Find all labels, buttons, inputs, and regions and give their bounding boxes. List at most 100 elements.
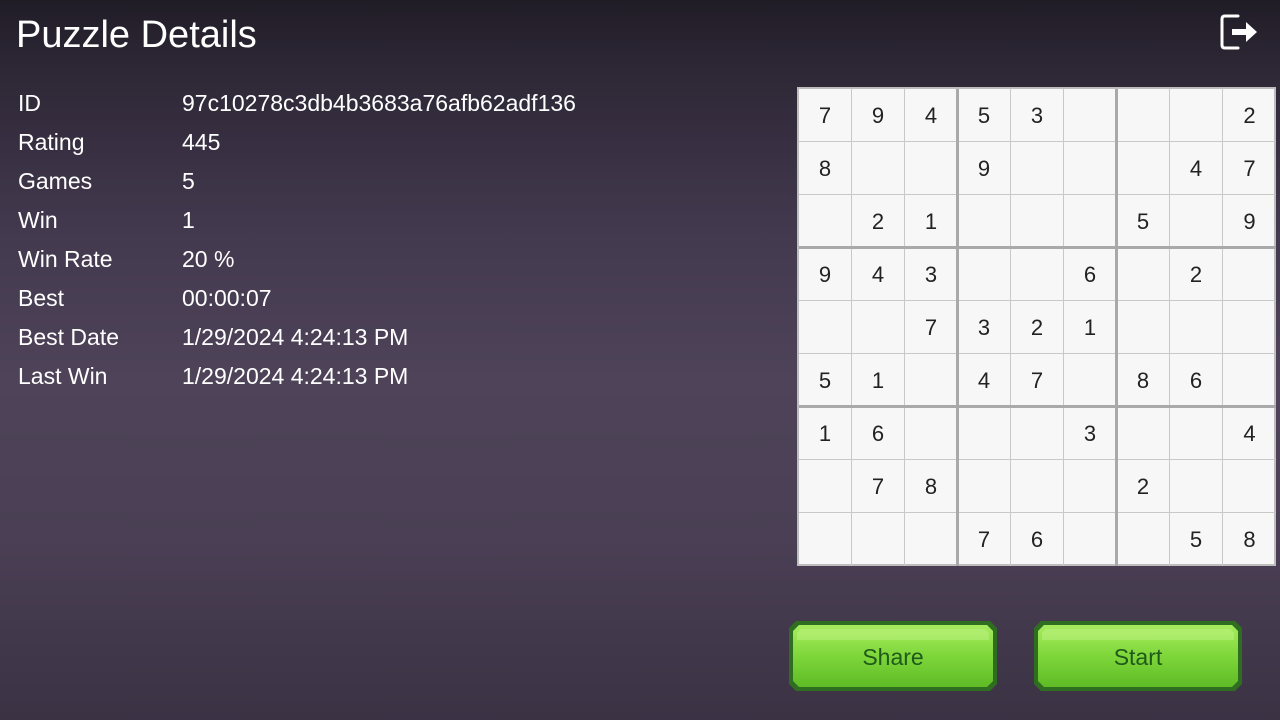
sudoku-cell-r4-c7[interactable] bbox=[1117, 248, 1170, 301]
sudoku-cell-r7-c9[interactable]: 4 bbox=[1223, 407, 1276, 460]
sudoku-cell-r2-c6[interactable] bbox=[1064, 142, 1117, 195]
sudoku-cell-r3-c2[interactable]: 2 bbox=[852, 195, 905, 248]
sudoku-cell-r8-c8[interactable] bbox=[1170, 460, 1223, 513]
sudoku-cell-r2-c9[interactable]: 7 bbox=[1223, 142, 1276, 195]
sudoku-cell-r3-c8[interactable] bbox=[1170, 195, 1223, 248]
sudoku-cell-r9-c2[interactable] bbox=[852, 513, 905, 566]
sudoku-cell-r1-c2[interactable]: 9 bbox=[852, 89, 905, 142]
start-button[interactable]: Start bbox=[1033, 620, 1243, 692]
detail-label: Games bbox=[18, 168, 93, 194]
sudoku-cell-r1-c7[interactable] bbox=[1117, 89, 1170, 142]
sudoku-cell-r3-c4[interactable] bbox=[958, 195, 1011, 248]
sudoku-cell-r9-c5[interactable]: 6 bbox=[1011, 513, 1064, 566]
sudoku-cell-r2-c3[interactable] bbox=[905, 142, 958, 195]
sudoku-cell-r7-c4[interactable] bbox=[958, 407, 1011, 460]
sudoku-cell-r4-c8[interactable]: 2 bbox=[1170, 248, 1223, 301]
detail-label: Last Win bbox=[18, 363, 108, 389]
sudoku-cell-r5-c8[interactable] bbox=[1170, 301, 1223, 354]
sudoku-cell-r6-c9[interactable] bbox=[1223, 354, 1276, 407]
sudoku-cell-r6-c7[interactable]: 8 bbox=[1117, 354, 1170, 407]
sudoku-cell-r1-c3[interactable]: 4 bbox=[905, 89, 958, 142]
sudoku-cell-r1-c5[interactable]: 3 bbox=[1011, 89, 1064, 142]
sudoku-cell-r5-c1[interactable] bbox=[799, 301, 852, 354]
sudoku-cell-r3-c3[interactable]: 1 bbox=[905, 195, 958, 248]
sudoku-cell-r8-c1[interactable] bbox=[799, 460, 852, 513]
sudoku-cell-r5-c4[interactable]: 3 bbox=[958, 301, 1011, 354]
sudoku-cell-r4-c6[interactable]: 6 bbox=[1064, 248, 1117, 301]
sudoku-cell-r8-c9[interactable] bbox=[1223, 460, 1276, 513]
sudoku-cell-r7-c3[interactable] bbox=[905, 407, 958, 460]
sudoku-cell-r6-c2[interactable]: 1 bbox=[852, 354, 905, 407]
sudoku-cell-r2-c5[interactable] bbox=[1011, 142, 1064, 195]
sudoku-cell-r4-c9[interactable] bbox=[1223, 248, 1276, 301]
sudoku-cell-r2-c4[interactable]: 9 bbox=[958, 142, 1011, 195]
detail-value: 1 bbox=[182, 207, 195, 233]
sudoku-cell-r6-c8[interactable]: 6 bbox=[1170, 354, 1223, 407]
sudoku-cell-r6-c3[interactable] bbox=[905, 354, 958, 407]
sudoku-cell-r3-c7[interactable]: 5 bbox=[1117, 195, 1170, 248]
sudoku-cell-r9-c1[interactable] bbox=[799, 513, 852, 566]
sudoku-cell-r9-c6[interactable] bbox=[1064, 513, 1117, 566]
sudoku-cell-r5-c7[interactable] bbox=[1117, 301, 1170, 354]
sudoku-cell-r8-c4[interactable] bbox=[958, 460, 1011, 513]
box-divider-horizontal bbox=[799, 246, 1276, 249]
sudoku-cell-r6-c1[interactable]: 5 bbox=[799, 354, 852, 407]
sudoku-cell-r3-c1[interactable] bbox=[799, 195, 852, 248]
sudoku-cell-r9-c3[interactable] bbox=[905, 513, 958, 566]
sudoku-cell-r1-c6[interactable] bbox=[1064, 89, 1117, 142]
sudoku-cell-r8-c7[interactable]: 2 bbox=[1117, 460, 1170, 513]
box-divider-horizontal bbox=[799, 405, 1276, 408]
sudoku-cell-r3-c5[interactable] bbox=[1011, 195, 1064, 248]
sudoku-cell-r5-c9[interactable] bbox=[1223, 301, 1276, 354]
sudoku-cell-r2-c8[interactable]: 4 bbox=[1170, 142, 1223, 195]
detail-value: 5 bbox=[182, 168, 195, 194]
sudoku-cell-r1-c8[interactable] bbox=[1170, 89, 1223, 142]
share-button[interactable]: Share bbox=[788, 620, 998, 692]
detail-label: Best bbox=[18, 285, 65, 311]
sudoku-cell-r5-c5[interactable]: 2 bbox=[1011, 301, 1064, 354]
detail-label: Best Date bbox=[18, 324, 119, 350]
sudoku-cell-r4-c2[interactable]: 4 bbox=[852, 248, 905, 301]
detail-label: Win bbox=[18, 207, 58, 233]
sudoku-cell-r9-c8[interactable]: 5 bbox=[1170, 513, 1223, 566]
sudoku-cell-r6-c4[interactable]: 4 bbox=[958, 354, 1011, 407]
sudoku-cell-r8-c5[interactable] bbox=[1011, 460, 1064, 513]
sudoku-cell-r1-c9[interactable]: 2 bbox=[1223, 89, 1276, 142]
sudoku-cell-r7-c8[interactable] bbox=[1170, 407, 1223, 460]
sudoku-cell-r5-c3[interactable]: 7 bbox=[905, 301, 958, 354]
sudoku-cell-r7-c1[interactable]: 1 bbox=[799, 407, 852, 460]
box-divider-vertical bbox=[1115, 89, 1118, 566]
detail-row-win: Win 1 bbox=[18, 201, 758, 240]
sudoku-cell-r6-c6[interactable] bbox=[1064, 354, 1117, 407]
sudoku-cell-r7-c5[interactable] bbox=[1011, 407, 1064, 460]
detail-row-win-rate: Win Rate 20 % bbox=[18, 240, 758, 279]
sudoku-cell-r3-c6[interactable] bbox=[1064, 195, 1117, 248]
sudoku-cell-r9-c4[interactable]: 7 bbox=[958, 513, 1011, 566]
sudoku-cell-r6-c5[interactable]: 7 bbox=[1011, 354, 1064, 407]
sudoku-cell-r7-c6[interactable]: 3 bbox=[1064, 407, 1117, 460]
sudoku-cell-r4-c5[interactable] bbox=[1011, 248, 1064, 301]
detail-value: 1/29/2024 4:24:13 PM bbox=[182, 324, 409, 350]
sudoku-cell-r9-c9[interactable]: 8 bbox=[1223, 513, 1276, 566]
sudoku-cell-r5-c6[interactable]: 1 bbox=[1064, 301, 1117, 354]
sudoku-board: 7945328947215994362732151478616347827658 bbox=[797, 87, 1276, 566]
sudoku-cell-r2-c1[interactable]: 8 bbox=[799, 142, 852, 195]
sudoku-cell-r5-c2[interactable] bbox=[852, 301, 905, 354]
sudoku-cell-r4-c3[interactable]: 3 bbox=[905, 248, 958, 301]
sudoku-cell-r8-c6[interactable] bbox=[1064, 460, 1117, 513]
sudoku-cell-r3-c9[interactable]: 9 bbox=[1223, 195, 1276, 248]
sudoku-cell-r4-c1[interactable]: 9 bbox=[799, 248, 852, 301]
sudoku-cell-r2-c2[interactable] bbox=[852, 142, 905, 195]
sudoku-cell-r1-c1[interactable]: 7 bbox=[799, 89, 852, 142]
puzzle-details: ID 97c10278c3db4b3683a76afb62adf136 Rati… bbox=[18, 84, 758, 396]
sudoku-cell-r4-c4[interactable] bbox=[958, 248, 1011, 301]
detail-row-id: ID 97c10278c3db4b3683a76afb62adf136 bbox=[18, 84, 758, 123]
sudoku-cell-r7-c7[interactable] bbox=[1117, 407, 1170, 460]
sudoku-cell-r8-c2[interactable]: 7 bbox=[852, 460, 905, 513]
sudoku-cell-r9-c7[interactable] bbox=[1117, 513, 1170, 566]
sudoku-cell-r2-c7[interactable] bbox=[1117, 142, 1170, 195]
exit-button[interactable] bbox=[1218, 12, 1262, 52]
sudoku-cell-r7-c2[interactable]: 6 bbox=[852, 407, 905, 460]
sudoku-cell-r8-c3[interactable]: 8 bbox=[905, 460, 958, 513]
sudoku-cell-r1-c4[interactable]: 5 bbox=[958, 89, 1011, 142]
